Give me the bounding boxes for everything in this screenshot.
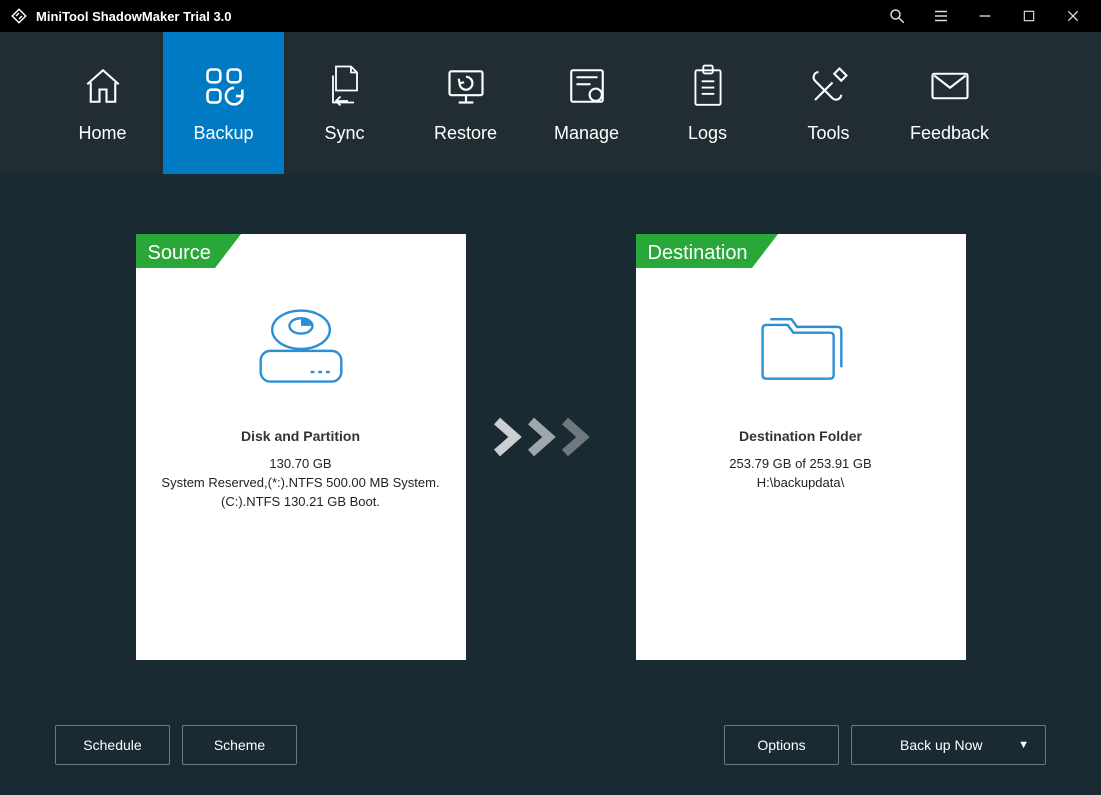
schedule-label: Schedule xyxy=(83,737,141,753)
source-size: 130.70 GB xyxy=(269,456,331,471)
destination-card: Destination Folder 253.79 GB of 253.91 G… xyxy=(636,268,966,660)
nav-label: Tools xyxy=(807,123,849,144)
nav-backup[interactable]: Backup xyxy=(163,32,284,174)
schedule-button[interactable]: Schedule xyxy=(55,725,170,765)
nav-logs[interactable]: Logs xyxy=(647,32,768,174)
destination-title: Destination Folder xyxy=(739,428,862,444)
destination-size: 253.79 GB of 253.91 GB xyxy=(729,456,871,471)
destination-path: H:\backupdata\ xyxy=(757,475,844,490)
source-title: Disk and Partition xyxy=(241,428,360,444)
nav-label: Restore xyxy=(434,123,497,144)
logs-icon xyxy=(689,63,727,109)
transfer-arrows-icon xyxy=(466,234,636,660)
nav-label: Feedback xyxy=(910,123,989,144)
main-nav: Home Backup Sync Restore Manage Logs T xyxy=(0,32,1101,174)
feedback-icon xyxy=(929,63,971,109)
source-detail-1: System Reserved,(*:).NTFS 500.00 MB Syst… xyxy=(161,475,439,490)
menu-icon[interactable] xyxy=(923,0,959,32)
destination-panel[interactable]: Destination Destination Folder 253.79 GB… xyxy=(636,234,966,660)
minimize-button[interactable] xyxy=(967,0,1003,32)
options-button[interactable]: Options xyxy=(724,725,839,765)
destination-tab: Destination xyxy=(636,234,966,268)
nav-tools[interactable]: Tools xyxy=(768,32,889,174)
nav-sync[interactable]: Sync xyxy=(284,32,405,174)
nav-label: Backup xyxy=(193,123,253,144)
nav-label: Manage xyxy=(554,123,619,144)
source-tab: Source xyxy=(136,234,466,268)
main-content: Source Disk and Partition 130.70 GB Syst… xyxy=(0,174,1101,660)
source-panel[interactable]: Source Disk and Partition 130.70 GB Syst… xyxy=(136,234,466,660)
home-icon xyxy=(82,63,124,109)
restore-icon xyxy=(444,63,488,109)
nav-restore[interactable]: Restore xyxy=(405,32,526,174)
folder-icon xyxy=(753,292,849,404)
tools-icon xyxy=(808,63,850,109)
nav-label: Logs xyxy=(688,123,727,144)
app-logo-icon xyxy=(10,7,28,25)
search-icon[interactable] xyxy=(879,0,915,32)
nav-label: Sync xyxy=(324,123,364,144)
sync-icon xyxy=(327,63,363,109)
footer-bar: Schedule Scheme Options Back up Now ▼ xyxy=(0,725,1101,765)
close-button[interactable] xyxy=(1055,0,1091,32)
nav-home[interactable]: Home xyxy=(42,32,163,174)
nav-manage[interactable]: Manage xyxy=(526,32,647,174)
backup-now-button[interactable]: Back up Now ▼ xyxy=(851,725,1046,765)
nav-label: Home xyxy=(78,123,126,144)
backup-icon xyxy=(202,63,246,109)
backup-now-label: Back up Now xyxy=(900,737,982,753)
scheme-button[interactable]: Scheme xyxy=(182,725,297,765)
maximize-button[interactable] xyxy=(1011,0,1047,32)
scheme-label: Scheme xyxy=(214,737,265,753)
source-detail-2: (C:).NTFS 130.21 GB Boot. xyxy=(221,494,380,509)
options-label: Options xyxy=(757,737,805,753)
nav-feedback[interactable]: Feedback xyxy=(889,32,1010,174)
chevron-down-icon: ▼ xyxy=(1018,739,1029,751)
titlebar: MiniTool ShadowMaker Trial 3.0 xyxy=(0,0,1101,32)
disk-icon xyxy=(253,292,349,404)
manage-icon xyxy=(566,63,608,109)
app-title: MiniTool ShadowMaker Trial 3.0 xyxy=(36,9,232,24)
source-card: Disk and Partition 130.70 GB System Rese… xyxy=(136,268,466,660)
